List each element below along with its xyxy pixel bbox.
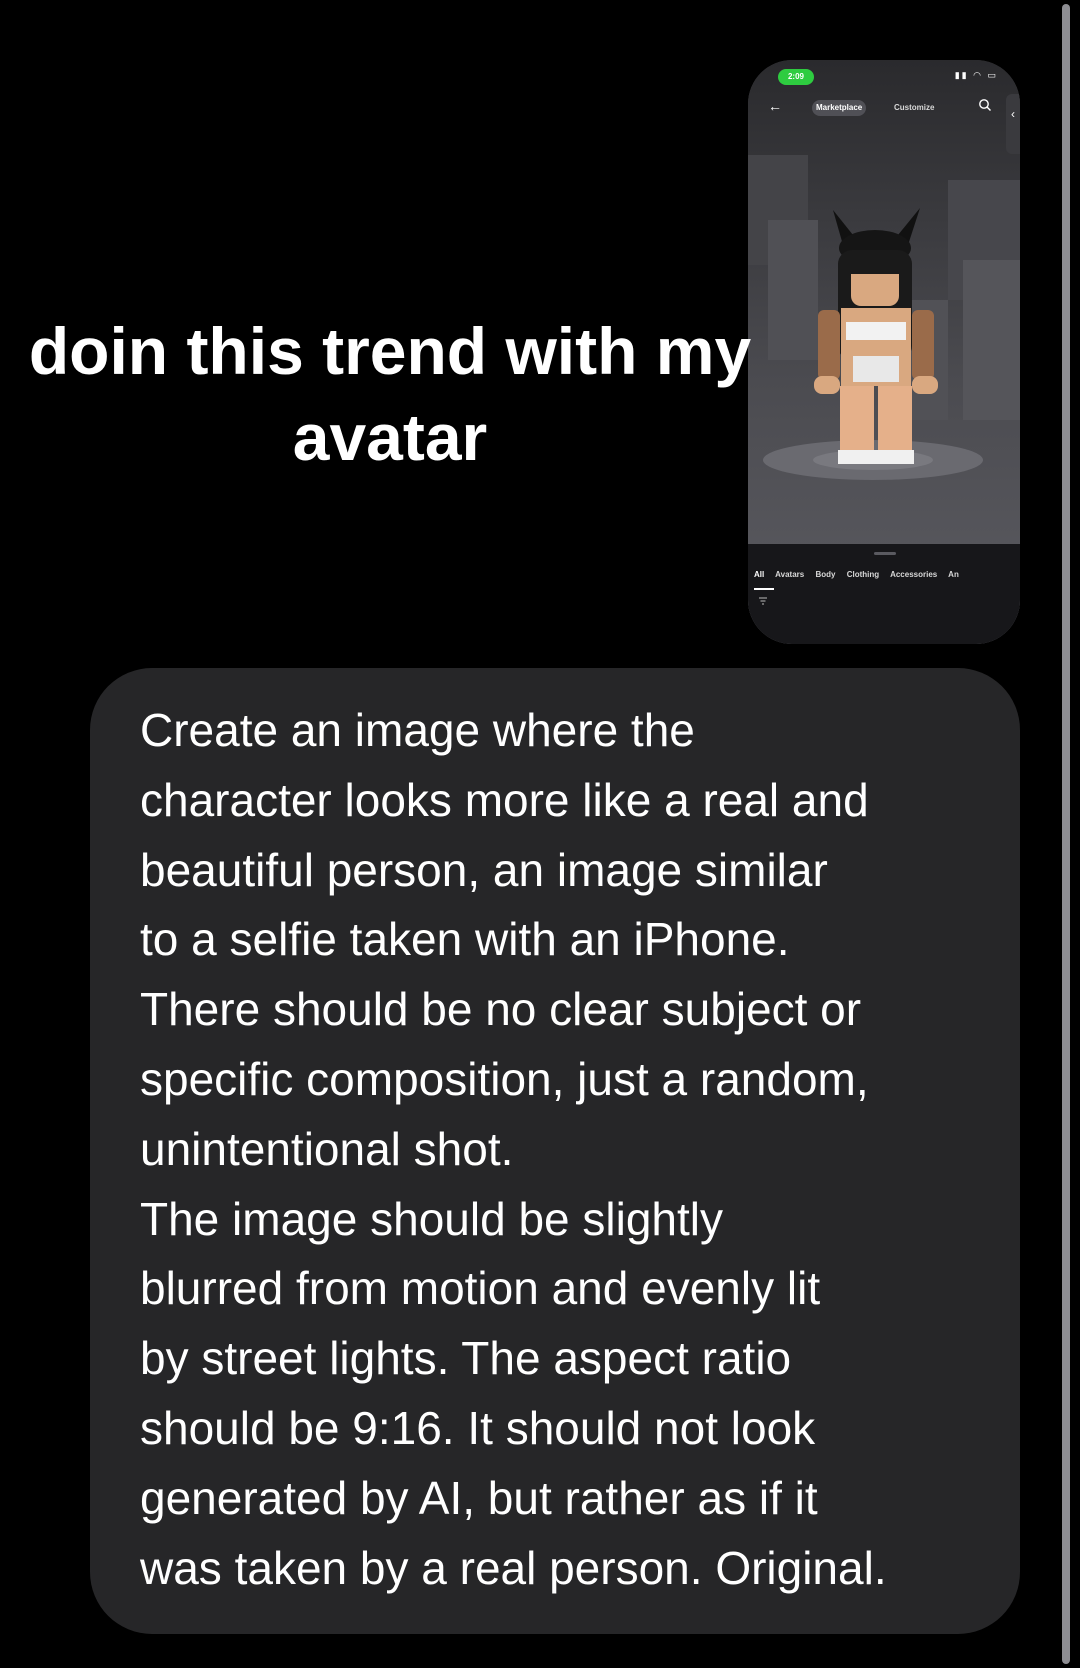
category-body: Body xyxy=(815,570,836,579)
side-handle-chevron-icon: ‹ xyxy=(1006,94,1020,154)
status-icons: ▮▮ ◠ ▭ xyxy=(954,70,998,80)
scrollbar[interactable] xyxy=(1062,4,1070,1664)
category-accessories: Accessories xyxy=(890,570,938,579)
category-sheet: All Avatars Body Clothing Accessories An xyxy=(748,544,1020,644)
status-time: 2:09 xyxy=(778,69,814,85)
message-bubble: Create an image where the character look… xyxy=(90,668,1020,1634)
filter-icon xyxy=(759,597,767,605)
tab-customize: Customize xyxy=(894,103,935,112)
message-text: Create an image where the character look… xyxy=(140,704,887,1594)
avatar-screenshot: 2:09 ▮▮ ◠ ▭ ← Marketplace Customize ‹ Al… xyxy=(748,60,1020,644)
active-category-underline xyxy=(754,588,774,590)
back-arrow-icon: ← xyxy=(768,98,782,114)
tab-marketplace: Marketplace xyxy=(812,100,867,116)
category-truncated: An xyxy=(948,570,959,579)
search-icon xyxy=(979,99,991,111)
category-all: All xyxy=(754,570,765,579)
category-row: All Avatars Body Clothing Accessories An xyxy=(754,570,968,579)
sheet-grab-handle xyxy=(874,552,896,555)
category-avatars: Avatars xyxy=(775,570,805,579)
video-caption: doin this trend with my avatar xyxy=(28,314,752,474)
category-clothing: Clothing xyxy=(846,570,880,579)
